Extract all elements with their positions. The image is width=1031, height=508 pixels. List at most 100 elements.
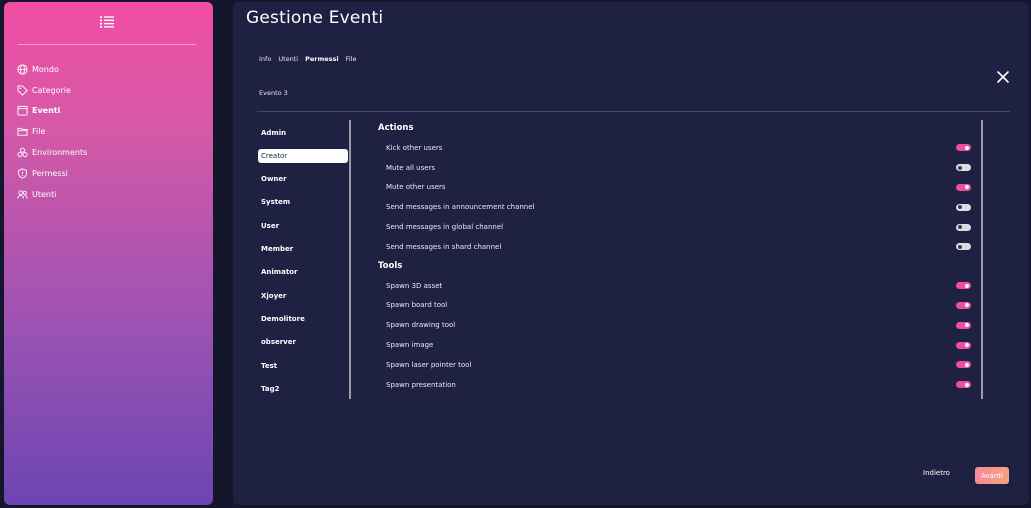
permission-toggle[interactable]: [956, 361, 971, 369]
toggle-knob: [965, 303, 969, 308]
permission-row: Mute all users: [378, 158, 971, 178]
back-button[interactable]: Indietro: [923, 469, 950, 477]
permission-label: Spawn 3D asset: [386, 281, 443, 290]
permission-label: Spawn drawing tool: [386, 321, 456, 330]
permission-label: Mute other users: [386, 183, 446, 192]
role-item-test[interactable]: Test: [258, 354, 348, 377]
sidebar-item-permessi[interactable]: Permessi: [16, 163, 206, 184]
calendar-icon: [16, 105, 28, 117]
tab-file[interactable]: File: [346, 55, 357, 63]
sidebar-item-utenti[interactable]: Utenti: [16, 184, 206, 205]
sidebar-item-mondo[interactable]: Mondo: [16, 59, 206, 80]
toggle-knob: [965, 343, 969, 348]
list-menu-icon[interactable]: [99, 14, 115, 28]
role-item-user[interactable]: User: [258, 214, 348, 237]
permissions-panel: Actions Kick other users Mute all users Mu…: [378, 121, 971, 395]
role-item-system[interactable]: System: [258, 191, 348, 214]
permission-row: Spawn drawing tool: [378, 315, 971, 335]
role-item-demolitore[interactable]: Demolitore: [258, 307, 348, 330]
shield-icon: [16, 167, 28, 179]
permission-toggle[interactable]: [956, 321, 971, 329]
permission-label: Mute all users: [386, 163, 436, 172]
role-item-observer[interactable]: observer: [258, 331, 348, 354]
permission-row: Spawn presentation: [378, 375, 971, 395]
permission-toggle[interactable]: [956, 203, 971, 211]
permission-row: Mute other users: [378, 178, 971, 198]
permission-label: Send messages in global channel: [386, 223, 504, 232]
sidebar-nav: Mondo Categorie Eventi File Environments Perm…: [16, 59, 206, 205]
tab-permessi[interactable]: Permessi: [305, 55, 339, 63]
role-item-animator[interactable]: Animator: [258, 261, 348, 284]
permission-row: Spawn board tool: [378, 296, 971, 316]
permission-label: Spawn presentation: [386, 380, 456, 389]
toggle-knob: [958, 205, 962, 210]
sidebar-item-eventi[interactable]: Eventi: [16, 101, 206, 122]
permission-toggle[interactable]: [956, 301, 971, 309]
toggle-knob: [965, 382, 969, 387]
permission-label: Send messages in shard channel: [386, 242, 502, 251]
permission-row: Spawn laser pointer tool: [378, 355, 971, 375]
toggle-knob: [965, 362, 969, 367]
permission-toggle[interactable]: [956, 282, 971, 290]
toggle-knob: [958, 165, 962, 170]
sidebar-item-label: Environments: [32, 148, 88, 158]
permission-toggle[interactable]: [956, 164, 971, 172]
permission-toggle[interactable]: [956, 223, 971, 231]
sidebar-item-categorie[interactable]: Categorie: [16, 80, 206, 101]
tag-icon: [16, 84, 28, 96]
sidebar-item-label: File: [32, 127, 46, 137]
permission-toggle[interactable]: [956, 381, 971, 389]
permission-toggle[interactable]: [956, 243, 971, 251]
role-item-owner[interactable]: Owner: [258, 167, 348, 190]
sidebar-divider: [18, 44, 196, 45]
role-item-admin[interactable]: Admin: [258, 121, 348, 144]
page-title: Gestione Eventi: [246, 8, 384, 28]
tools-list: Spawn 3D asset Spawn board tool Spawn draw…: [378, 276, 971, 395]
permission-toggle[interactable]: [956, 183, 971, 191]
tab-bar: Info Utenti Permessi File: [259, 55, 357, 63]
role-list: Admin Creator Owner System User Member Animato…: [258, 121, 348, 400]
toggle-knob: [965, 145, 969, 150]
folder-icon: [16, 126, 28, 138]
sidebar-item-label: Eventi: [32, 106, 61, 116]
actions-list: Kick other users Mute all users Mute other…: [378, 138, 971, 257]
role-item-creator[interactable]: Creator: [258, 148, 348, 163]
permission-row: Send messages in shard channel: [378, 237, 971, 257]
toggle-knob: [958, 225, 962, 230]
permission-toggle[interactable]: [956, 144, 971, 152]
globe-icon: [16, 63, 28, 75]
toggle-knob: [965, 185, 969, 190]
permission-row: Spawn image: [378, 335, 971, 355]
sidebar-item-environments[interactable]: Environments: [16, 142, 206, 163]
role-item-xjoyer[interactable]: Xjoyer: [258, 284, 348, 307]
tab-utenti[interactable]: Utenti: [278, 55, 298, 63]
section-title-tools: Tools: [378, 260, 403, 271]
next-button[interactable]: Avanti: [975, 467, 1009, 484]
header-divider: [257, 111, 1010, 112]
sidebar-item-label: Categorie: [32, 85, 71, 95]
roles-divider: [349, 120, 351, 399]
toggle-knob: [965, 323, 969, 328]
tab-info[interactable]: Info: [259, 55, 271, 63]
toggle-knob: [965, 283, 969, 288]
section-title-actions: Actions: [378, 123, 414, 133]
event-name: Evento 3: [259, 89, 288, 97]
role-item-tag2[interactable]: Tag2: [258, 377, 348, 400]
permission-label: Spawn board tool: [386, 301, 448, 310]
permissions-scrollbar[interactable]: [981, 120, 983, 399]
sidebar-item-label: Mondo: [32, 64, 59, 74]
permission-label: Spawn laser pointer tool: [386, 360, 472, 369]
permission-label: Send messages in announcement channel: [386, 203, 535, 212]
role-item-member[interactable]: Member: [258, 237, 348, 260]
permission-row: Send messages in announcement channel: [378, 197, 971, 217]
permission-label: Kick other users: [386, 143, 443, 152]
permission-row: Spawn 3D asset: [378, 276, 971, 296]
close-icon[interactable]: [996, 69, 1010, 83]
sidebar: Mondo Categorie Eventi File Environments Perm…: [4, 2, 213, 505]
toggle-knob: [958, 244, 962, 249]
permission-label: Spawn image: [386, 341, 434, 350]
main-panel: Gestione Eventi Info Utenti Permessi File E…: [233, 2, 1029, 505]
permission-toggle[interactable]: [956, 341, 971, 349]
permission-row: Send messages in global channel: [378, 217, 971, 237]
sidebar-item-file[interactable]: File: [16, 121, 206, 142]
